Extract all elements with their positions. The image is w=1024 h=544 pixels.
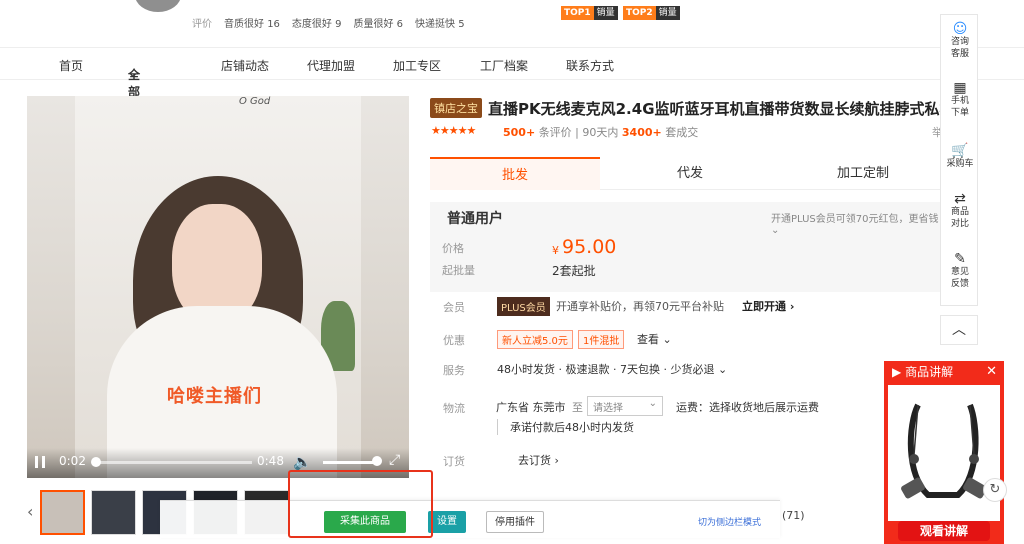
order-label: 订货 [443, 455, 465, 468]
nav-contact[interactable]: 联系方式 [566, 57, 614, 74]
chevron-up-icon: ︿ [952, 322, 966, 338]
qr-code-icon: ▦ [953, 80, 967, 96]
nav-agent-join[interactable]: 代理加盟 [307, 57, 355, 74]
play-icon: ▶ [892, 365, 902, 379]
moq-label: 起批量 [442, 264, 475, 277]
tab-dropship[interactable]: 代发 [605, 157, 775, 190]
service-label: 服务 [443, 364, 465, 377]
ship-to-label: 至 [572, 401, 583, 414]
plus-member-tag: PLUS会员 [497, 297, 550, 316]
rating-tag: 音质很好 16 [224, 19, 280, 30]
chevron-down-icon: ⌄ [648, 398, 657, 409]
sidebar-item-mobile-order[interactable]: ▦ 手机 下单 [941, 80, 979, 119]
moq-value: 2套起批 [552, 264, 596, 278]
sidebar-item-feedback[interactable]: ✎ 意见 反馈 [941, 251, 979, 290]
thumbnail[interactable] [91, 490, 136, 535]
watch-explanation-button[interactable]: 观看讲解 [898, 521, 990, 541]
member-label: 会员 [443, 301, 465, 314]
freight-text: 运费：选择收货地后展示运费 [676, 401, 819, 414]
video-total-time: 0:48 [257, 454, 284, 468]
live-explain-panel[interactable]: ▶ 商品讲解 ✕ 观看讲解 [884, 361, 1004, 544]
thumbnail[interactable] [40, 490, 85, 535]
star-rating: ★★★★★ [431, 124, 476, 137]
go-order-link[interactable]: 去订货 › [518, 452, 559, 468]
feedback-icon: ✎ [954, 251, 966, 267]
fullscreen-icon[interactable]: ⤢ [389, 452, 400, 468]
top1-sales-badge: TOP1 销量 [561, 6, 618, 20]
neon-sign-text: O God [239, 96, 271, 107]
destination-select[interactable]: 请选择 ⌄ [587, 396, 663, 416]
chat-icon: ☺ [952, 21, 968, 37]
open-plus-link[interactable]: 立即开通 › [742, 298, 794, 314]
purchase-tabs: 批发 代发 加工定制 [430, 157, 940, 190]
ship-from: 广东省 东莞市 [496, 401, 566, 414]
product-video[interactable]: O God 哈喽主播们 [27, 96, 409, 478]
coupon-mixed-batch[interactable]: 1件混批 [578, 330, 625, 349]
collector-plugin-bar [160, 500, 780, 538]
price-panel: 普通用户 开通PLUS会员可领70元红包，更省钱 ⌄ 价格 ¥ 95.00 起批… [430, 202, 942, 292]
sidebar-item-cart[interactable]: 🛒 采购车 [941, 143, 979, 170]
chevron-down-icon: ⌄ [128, 66, 139, 80]
video-current-time: 0:02 [59, 454, 86, 468]
cart-icon: 🛒 [951, 143, 969, 159]
rating-tags: 评价 音质很好 16 态度很好 9 质量很好 6 快递挺快 5 [192, 15, 465, 30]
disable-plugin-button[interactable]: 停用插件 [486, 511, 544, 533]
currency-symbol: ¥ [552, 244, 559, 257]
review-count[interactable]: 500+ [503, 126, 535, 139]
volume-track[interactable] [323, 461, 379, 464]
back-to-top-button[interactable]: ︿ [940, 315, 978, 345]
pause-icon[interactable] [35, 456, 45, 468]
earphone-image [888, 385, 1000, 521]
rating-tag: 快递挺快 5 [415, 19, 465, 30]
floating-sidebar: ☺ 咨询 客服 ▦ 手机 下单 🛒 采购车 ⇄ 商品 对比 ✎ 意见 反馈 [940, 14, 978, 306]
top2-sales-badge: TOP2 销量 [623, 6, 680, 20]
switch-sidebar-mode-link[interactable]: 切为侧边栏模式 [698, 515, 761, 528]
discount-label: 优惠 [443, 334, 465, 347]
store-treasure-badge: 镇店之宝 [430, 98, 482, 118]
sidebar-item-customer-service[interactable]: ☺ 咨询 客服 [941, 21, 979, 60]
refresh-icon[interactable]: ↻ [983, 478, 1007, 502]
price-label: 价格 [442, 242, 464, 255]
plus-promo-link[interactable]: 开通PLUS会员可领70元红包，更省钱 ⌄ [771, 210, 942, 236]
tab-wholesale[interactable]: 批发 [430, 157, 600, 190]
nav-factory-profile[interactable]: 工厂档案 [480, 57, 528, 74]
highlight-box [288, 470, 433, 538]
hidden-count-text: (71) [782, 509, 805, 522]
rating-prefix: 评价 [192, 19, 212, 30]
ship-promise: 承诺付款后48小时内发货 [497, 419, 634, 435]
close-icon[interactable]: ✕ [986, 361, 997, 383]
nav-store-news[interactable]: 店铺动态 [221, 57, 269, 74]
sidebar-item-compare[interactable]: ⇄ 商品 对比 [941, 191, 979, 230]
live-panel-header: ▶ 商品讲解 ✕ [884, 361, 1004, 383]
view-more-discounts[interactable]: 查看 ⌄ [637, 331, 672, 347]
product-title: 直播PK无线麦克风2.4G监听蓝牙耳机直播带货数显长续航挂脖式私模 [488, 100, 955, 118]
compare-icon: ⇄ [954, 191, 966, 207]
nav-home[interactable]: 首页 [59, 57, 83, 74]
volume-knob[interactable] [372, 456, 382, 466]
deal-count: 3400+ [621, 126, 662, 139]
video-progress-track[interactable] [94, 461, 252, 464]
plugin-settings-button[interactable]: 设置 [428, 511, 466, 533]
rating-tag: 态度很好 9 [291, 19, 342, 30]
sales-metrics: 500+ 条评价 | 90天内 3400+ 套成交 [503, 126, 699, 139]
member-benefit-text: 开通享补贴价，再领70元平台补贴 [556, 300, 724, 313]
store-nav: 首页 全部商品 ⌄ 店铺动态 代理加盟 加工专区 工厂档案 联系方式 [0, 48, 1024, 133]
price-value: 95.00 [562, 236, 617, 258]
video-caption: 哈喽主播们 [167, 386, 262, 407]
nav-processing[interactable]: 加工专区 [393, 57, 441, 74]
tab-custom-processing[interactable]: 加工定制 [778, 157, 948, 190]
chevron-left-icon[interactable]: ‹ [27, 502, 33, 521]
mute-icon[interactable]: 🔈 [293, 453, 312, 471]
logistics-label: 物流 [443, 402, 465, 415]
coupon-new-user[interactable]: 新人立减5.0元 [497, 330, 573, 349]
user-type: 普通用户 [447, 211, 503, 227]
rating-tag: 质量很好 6 [353, 19, 404, 30]
service-list[interactable]: 48小时发货 · 极速退款 · 7天包换 · 少货必退 ⌄ [497, 361, 727, 377]
video-progress-knob[interactable] [91, 457, 101, 467]
